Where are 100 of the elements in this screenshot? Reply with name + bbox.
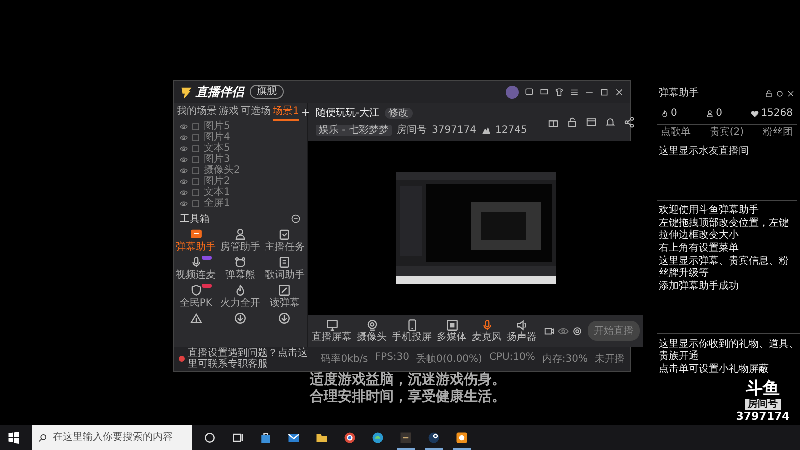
flame-icon — [234, 284, 247, 297]
source-name[interactable]: 图片3 — [204, 154, 230, 165]
eye-icon — [180, 178, 188, 186]
stat-count: 0 — [671, 108, 678, 120]
microphone-icon — [190, 256, 203, 269]
scene-tab[interactable]: 场景1 — [273, 104, 300, 120]
screen-icon — [540, 88, 549, 96]
tool-button[interactable]: 全民PK — [174, 284, 218, 309]
download-icon — [278, 312, 292, 325]
chat-message: 添加弹幕助手成功 — [659, 281, 740, 293]
app-title: 直播伴侣 — [196, 84, 244, 100]
stream-title: 随便玩玩-大江 — [316, 106, 380, 120]
eye-icon — [180, 188, 188, 196]
room-number: 3797174 — [432, 124, 477, 136]
scene-tab[interactable]: 游戏 — [219, 104, 239, 120]
tent-icon — [190, 312, 203, 325]
toolbox-title: 工具箱 — [180, 213, 210, 226]
stat-count: 0 — [716, 108, 722, 120]
control-button[interactable]: 麦克风 — [471, 319, 503, 343]
room-number: 3797174 — [736, 411, 790, 423]
eye-icon — [180, 166, 188, 174]
monitor-icon — [326, 319, 338, 332]
tool-button[interactable]: 主播任务 — [262, 228, 307, 253]
scene-tab[interactable]: 可选场 — [241, 104, 271, 120]
source-name[interactable]: 全屏1 — [204, 198, 230, 209]
category-label[interactable]: 娱乐 - 七彩梦梦 — [316, 124, 392, 136]
tool-button[interactable]: 读弹幕 — [262, 284, 307, 309]
control-button[interactable]: 多媒体 — [436, 319, 468, 343]
video-icon — [544, 326, 555, 336]
version-badge: 旗舰 — [250, 85, 284, 99]
status-item: FPS:30 — [375, 352, 410, 365]
bag-icon — [259, 430, 273, 444]
edit-button[interactable]: 修改 — [384, 108, 413, 118]
chat-message: 这里显示弹幕、贵宾信息、粉丝牌升级等 — [659, 256, 790, 280]
browser-icon — [343, 430, 357, 444]
close-icon — [787, 90, 795, 98]
media-icon — [446, 319, 458, 332]
status-item: 内存:30% — [542, 352, 588, 366]
control-button[interactable]: 扬声器 — [506, 319, 538, 343]
shirt-icon — [555, 88, 564, 96]
source-name[interactable]: 摄像头2 — [204, 165, 240, 176]
circle-icon — [203, 430, 217, 444]
source-name[interactable]: 图片4 — [204, 132, 230, 143]
status-item: 码率0kb/s — [321, 352, 368, 366]
steam-icon — [427, 430, 441, 444]
control-button[interactable]: 手机投屏 — [391, 319, 433, 343]
new-badge — [202, 284, 212, 288]
tool-button[interactable]: 视频连麦 — [174, 256, 218, 281]
panel-hint: 这里显示水友直播间 — [658, 144, 750, 159]
panel-tab[interactable]: 点歌单 — [661, 127, 691, 139]
alert-dot — [179, 356, 185, 362]
windows-start-icon — [8, 432, 20, 444]
status-item: CPU:10% — [489, 352, 536, 365]
help-notice[interactable]: 直播设置遇到问题？点击这里可联系专职客服 — [188, 348, 314, 370]
tool-button[interactable]: 歌词助手 — [262, 256, 307, 281]
message-icon — [525, 88, 534, 96]
control-button[interactable]: 直播屏幕 — [311, 319, 353, 343]
shield-icon — [190, 284, 203, 297]
settings-icon — [572, 326, 583, 336]
scene-tab[interactable]: 我的场景 — [177, 104, 217, 120]
panel-tab[interactable]: 粉丝团 — [762, 127, 793, 139]
health-notice: 适度游戏益脑，沉迷游戏伤身。 — [310, 372, 506, 388]
logo-icon — [180, 86, 193, 98]
control-button[interactable]: 摄像头 — [356, 319, 388, 343]
game-icon — [399, 430, 413, 444]
panel-title: 弹幕助手 — [659, 88, 699, 100]
avatar[interactable] — [506, 86, 519, 98]
phone-icon — [406, 319, 418, 332]
panel-tab[interactable]: 贵宾(2) — [710, 127, 744, 139]
source-name[interactable]: 图片5 — [204, 121, 230, 132]
add-scene-button[interactable]: + — [301, 106, 311, 118]
eye-icon — [180, 156, 188, 164]
source-name[interactable]: 文本1 — [204, 187, 230, 198]
lock-icon — [567, 116, 578, 128]
logo-text: 斗鱼 — [746, 380, 780, 398]
tool-button[interactable]: 房管助手 — [218, 228, 263, 253]
close-icon — [615, 88, 624, 96]
chat-message: 右上角有设置菜单 — [659, 243, 740, 255]
stat-count: 15268 — [761, 108, 793, 120]
gift-message: 这里显示你收到的礼物、道具、贵族开通 — [659, 339, 799, 363]
microphone-icon — [480, 319, 494, 332]
tool-button[interactable]: 火力全开 — [218, 284, 263, 309]
room-label: 房间号 — [396, 124, 427, 137]
source-name[interactable]: 文本5 — [204, 143, 230, 154]
popularity-count: 12745 — [496, 124, 528, 136]
new-badge — [202, 256, 212, 260]
health-notice: 合理安排时间，享受健康生活。 — [310, 389, 506, 406]
lock-icon — [765, 90, 773, 98]
webcam-icon — [366, 319, 378, 332]
image-edit-icon — [278, 284, 292, 297]
maximize-icon — [600, 88, 609, 96]
tool-button[interactable]: 弹幕助手 — [174, 228, 218, 253]
source-name[interactable]: 图片2 — [204, 176, 230, 187]
eye-icon — [558, 326, 569, 336]
bell-icon — [605, 116, 616, 128]
download-icon — [234, 312, 247, 325]
popularity-icon — [482, 126, 491, 134]
fish-icon — [455, 430, 469, 444]
share-icon — [624, 116, 635, 128]
tool-button[interactable]: 弹幕熊 — [218, 256, 263, 281]
